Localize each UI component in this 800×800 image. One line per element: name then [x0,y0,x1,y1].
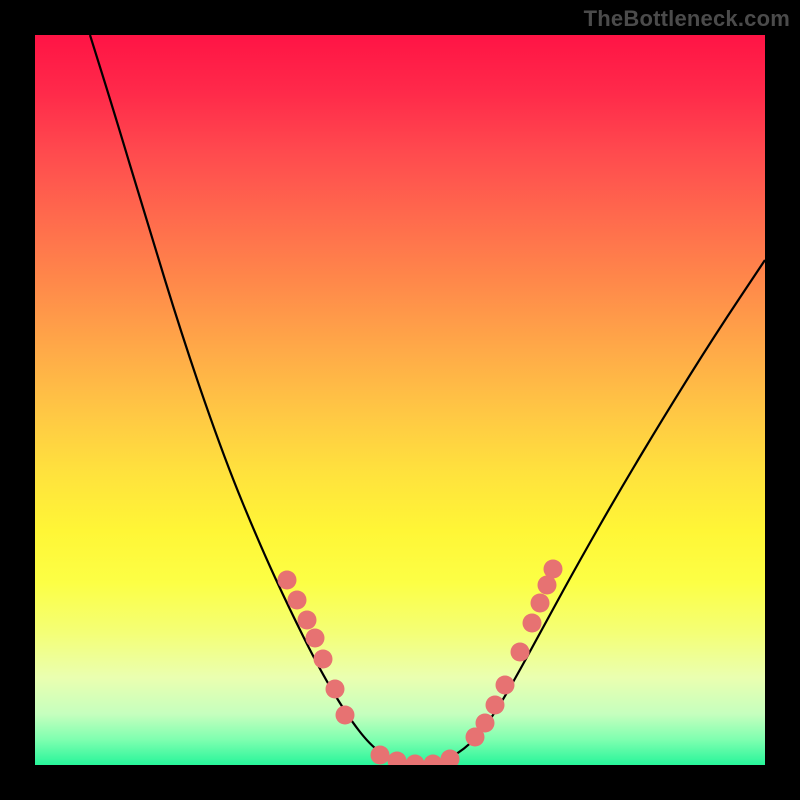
marker-dot [486,696,505,715]
marker-dot [306,629,325,648]
marker-dot [314,650,333,669]
chart-frame: TheBottleneck.com [0,0,800,800]
marker-dot [523,614,542,633]
data-markers [278,560,563,766]
marker-dot [441,750,460,766]
marker-dot [326,680,345,699]
marker-dot [544,560,563,579]
marker-dot [371,746,390,765]
marker-dot [278,571,297,590]
marker-dot [406,755,425,766]
marker-dot [288,591,307,610]
marker-dot [511,643,530,662]
marker-dot [496,676,515,695]
marker-dot [476,714,495,733]
plot-area [35,35,765,765]
marker-dot [424,755,443,766]
attribution-text: TheBottleneck.com [584,6,790,32]
marker-dot [298,611,317,630]
bottleneck-curve [90,35,765,763]
curve-svg [35,35,765,765]
marker-dot [336,706,355,725]
marker-dot [388,752,407,766]
marker-dot [531,594,550,613]
